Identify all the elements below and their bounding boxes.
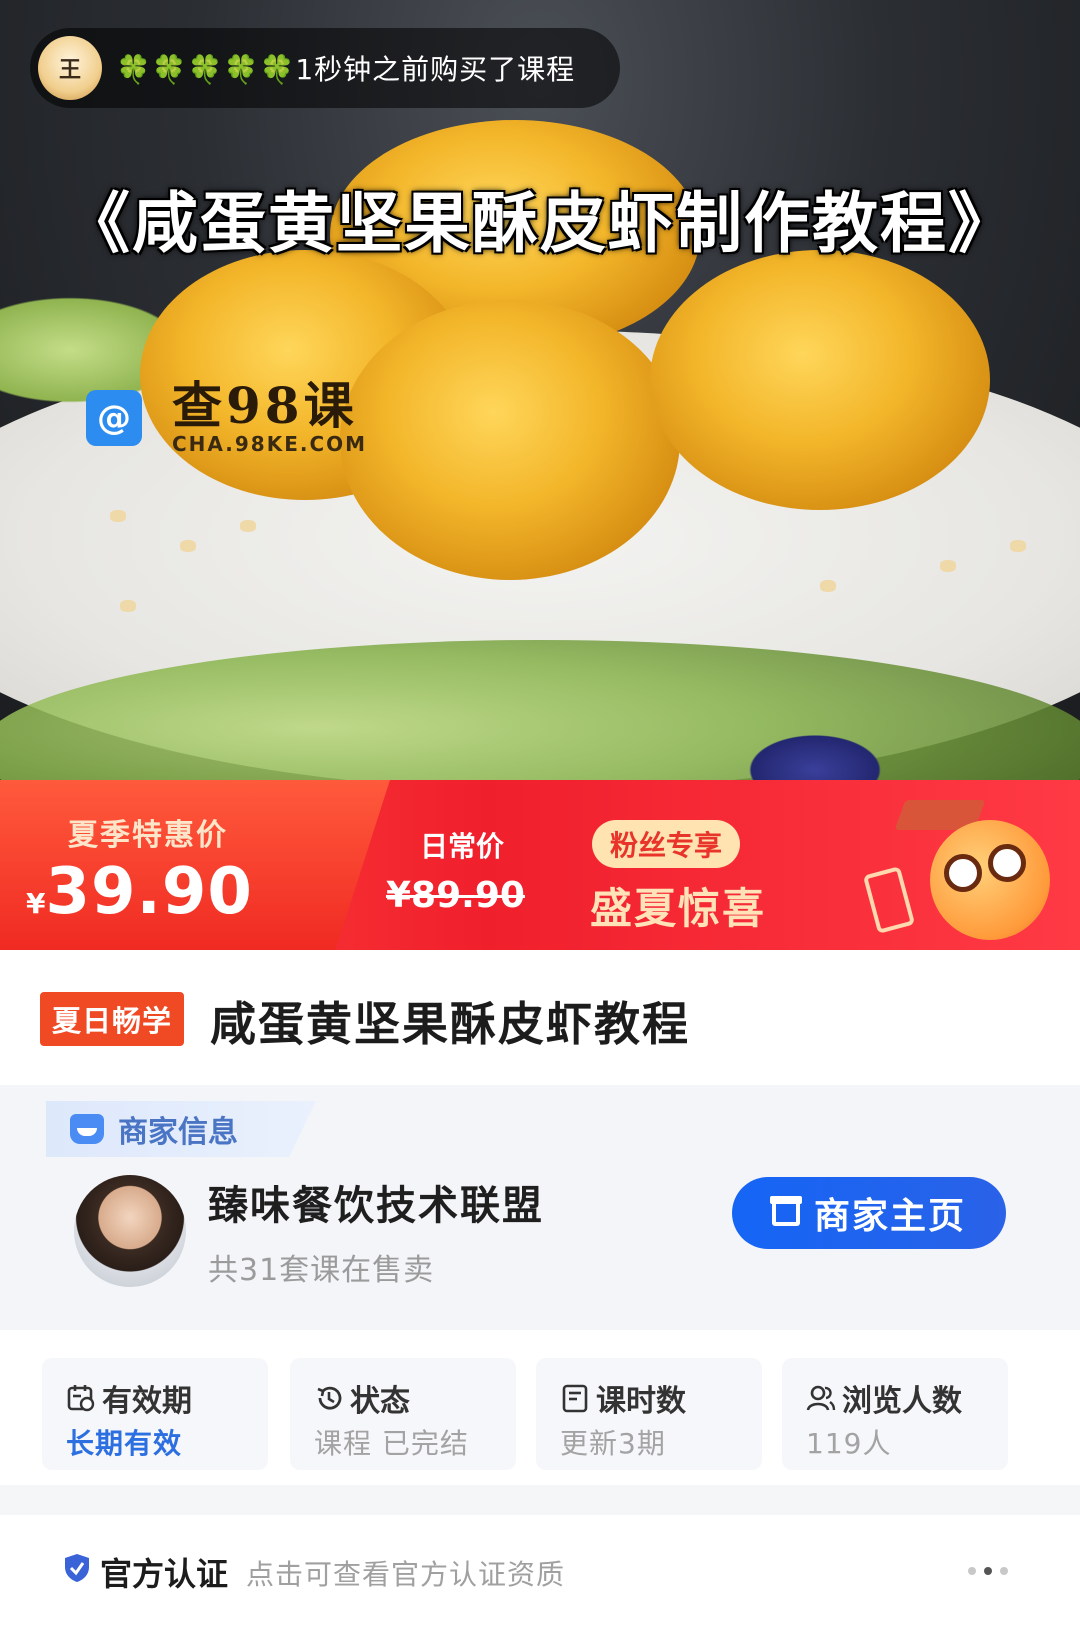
fan-exclusive-badge: 粉丝专享 [592,820,741,868]
stat-lessons: 课时数 更新3期 [536,1358,762,1470]
merchant-info-label: 商家信息 [118,1115,238,1150]
nut-crumb [240,520,256,532]
currency-symbol: ¥ [26,887,46,920]
nut-crumb [820,580,836,592]
stat-value: 长期有效 [66,1427,183,1460]
shrimp-illustration [650,250,990,510]
nut-crumb [120,600,136,612]
official-certification-bar[interactable]: 官方认证 点击可查看官方认证资质 [0,1515,1080,1630]
merchant-homepage-button[interactable]: 商家主页 [732,1177,1006,1249]
mascot-icon [930,820,1050,940]
purchase-message: 1秒钟之前购买了课程 [295,53,576,86]
sale-price-value: 39.90 [45,855,253,929]
sale-label: 夏季特惠价 [68,818,228,853]
stat-status: 状态 课程 已完结 [290,1358,516,1470]
stat-value: 更新3期 [560,1427,666,1460]
store-icon [769,1196,802,1226]
store-info-icon [70,1114,104,1144]
shield-icon [65,1554,89,1582]
stat-validity: 有效期 长期有效 [42,1358,268,1470]
watermark: @ 查98课 CHA.98KE.COM [86,380,367,456]
merchant-homepage-label: 商家主页 [813,1196,966,1237]
course-title: 咸蛋黄坚果酥皮虾教程 [210,997,690,1051]
purchase-notification-text: 🍀🍀🍀🍀🍀1秒钟之前购买了课程 [116,48,575,88]
cover-title: 《咸蛋黄坚果酥皮虾制作教程》 [64,185,1016,262]
phone-icon [862,866,916,934]
stat-views: 浏览人数 119人 [782,1358,1008,1470]
official-certification-label: 官方认证 [100,1555,229,1593]
nut-crumb [1010,540,1026,552]
nut-crumb [180,540,196,552]
watermark-url: CHA.98KE.COM [172,432,368,456]
promo-slogan: 盛夏惊喜 [590,884,767,933]
calendar-icon [67,1385,95,1412]
stat-label: 状态 [350,1384,410,1419]
merchant-name[interactable]: 臻味餐饮技术联盟 [208,1173,544,1231]
regular-price-label: 日常价 [420,830,505,863]
promo-banner: 夏季特惠价 ¥39.90 日常价 ¥89.90 粉丝专享 盛夏惊喜 [0,780,1080,950]
stat-value: 119人 [806,1427,892,1460]
merchant-card: 商家信息 臻味餐饮技术联盟 共31套课在售卖 商家主页 [0,1085,1080,1330]
buyer-avatar: 王 [38,36,102,100]
nut-crumb [940,560,956,572]
merchant-course-count: 共31套课在售卖 [208,1253,435,1288]
purchase-notification: 王 🍀🍀🍀🍀🍀1秒钟之前购买了课程 [30,28,620,108]
nut-crumb [110,510,126,522]
shrimp-illustration [340,300,680,580]
carousel-dot-active [984,1567,992,1575]
carousel-dot [968,1567,976,1575]
watermark-logo-icon: @ [86,390,142,446]
watermark-text: 查98课 [172,376,358,435]
merchant-info-header: 商家信息 [46,1101,316,1157]
regular-price: ¥89.90 [386,875,525,916]
stat-value: 课程 已完结 [314,1427,469,1460]
merchant-avatar[interactable] [74,1175,186,1287]
course-cover-image[interactable]: 王 🍀🍀🍀🍀🍀1秒钟之前购买了课程 《咸蛋黄坚果酥皮虾制作教程》 @ 查98课 … [0,0,1080,800]
history-icon [317,1386,342,1410]
sale-price: ¥39.90 [26,855,253,929]
official-certification-desc: 点击可查看官方认证资质 [246,1558,566,1591]
users-icon [806,1385,836,1411]
course-title-section: 夏日畅学 咸蛋黄坚果酥皮虾教程 [0,950,1080,1085]
course-stats: 有效期 长期有效 状态 课程 已完结 课时数 更新3期 浏览人数 119人 [0,1330,1080,1485]
stat-label: 课时数 [596,1384,686,1419]
document-icon [562,1384,588,1413]
summer-tag: 夏日畅学 [40,992,185,1046]
stat-label: 浏览人数 [842,1384,962,1419]
carousel-dots [968,1567,1008,1575]
clover-icon: 🍀🍀🍀🍀🍀 [116,53,296,86]
stat-label: 有效期 [102,1384,192,1419]
carousel-dot [1000,1567,1008,1575]
